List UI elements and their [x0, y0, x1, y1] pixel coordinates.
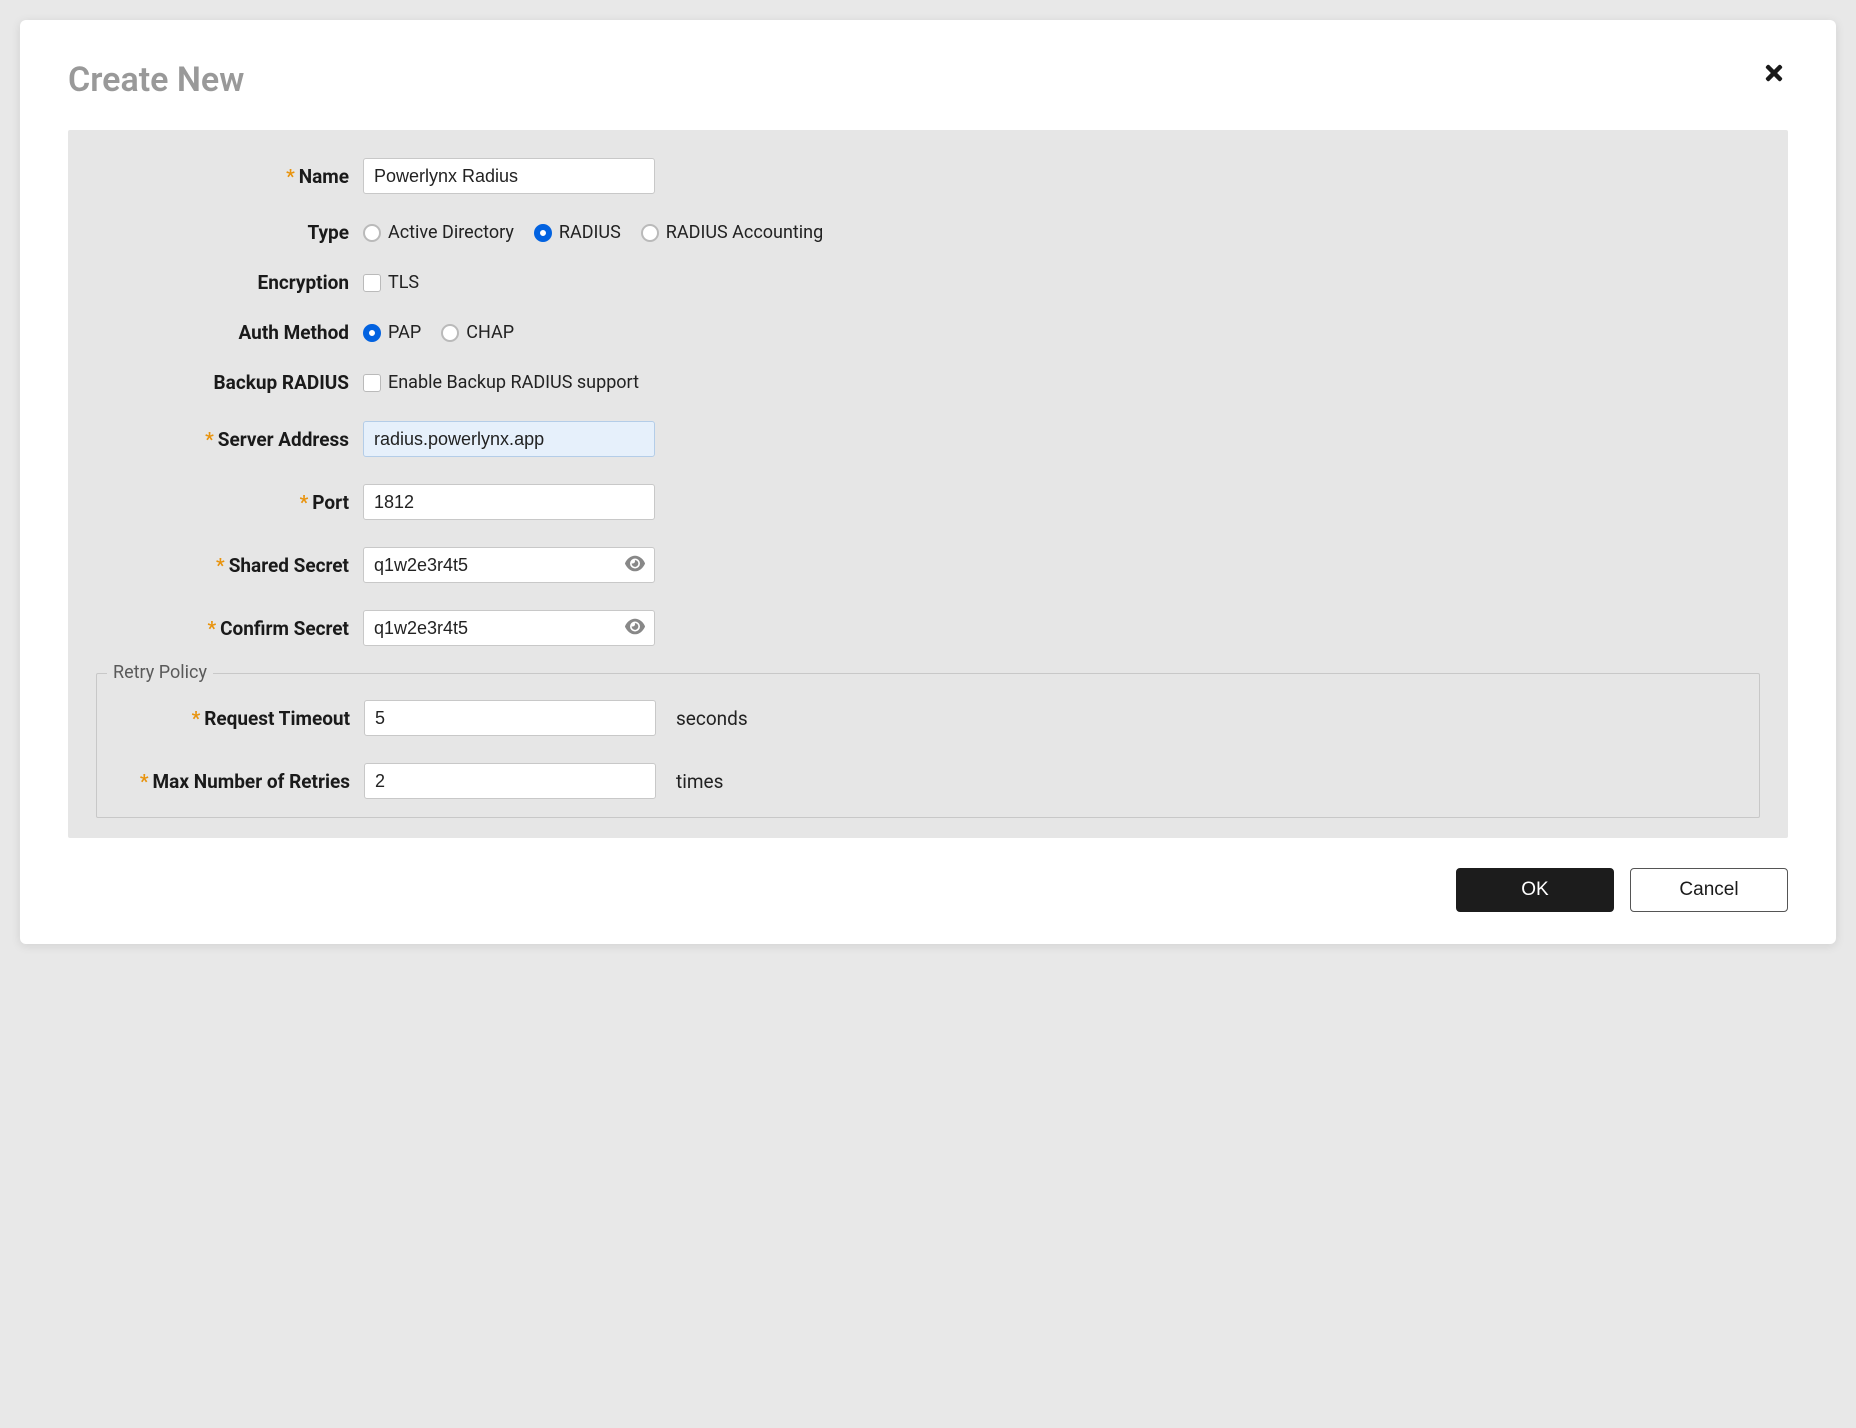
retry-policy-legend: Retry Policy	[107, 662, 213, 683]
row-confirm-secret: *Confirm Secret	[96, 610, 1760, 646]
required-star: *	[286, 165, 295, 188]
checkbox-icon	[363, 374, 381, 392]
row-request-timeout: *Request Timeout seconds	[111, 700, 1745, 736]
encryption-tls-checkbox[interactable]: TLS	[363, 272, 419, 293]
label-server-address: *Server Address	[96, 428, 363, 451]
row-auth-method: Auth Method PAP CHAP	[96, 321, 1760, 344]
required-star: *	[205, 428, 214, 451]
radio-icon	[363, 324, 381, 342]
auth-option-pap[interactable]: PAP	[363, 322, 421, 343]
required-star: *	[140, 770, 149, 793]
max-retries-input[interactable]	[364, 763, 656, 799]
row-shared-secret: *Shared Secret	[96, 547, 1760, 583]
modal-title: Create New	[68, 60, 244, 100]
label-shared-secret: *Shared Secret	[96, 554, 363, 577]
eye-icon	[625, 617, 645, 640]
radio-icon	[363, 224, 381, 242]
unit-times: times	[676, 770, 723, 793]
row-max-retries: *Max Number of Retries times	[111, 763, 1745, 799]
required-star: *	[192, 707, 201, 730]
radio-icon	[441, 324, 459, 342]
label-max-retries: *Max Number of Retries	[111, 770, 364, 793]
backup-radius-checkbox[interactable]: Enable Backup RADIUS support	[363, 372, 639, 393]
type-option-active-directory[interactable]: Active Directory	[363, 222, 514, 243]
radio-icon	[534, 224, 552, 242]
close-icon	[1762, 61, 1786, 88]
label-port: *Port	[96, 491, 363, 514]
required-star: *	[207, 617, 216, 640]
checkbox-label: Enable Backup RADIUS support	[388, 372, 639, 393]
toggle-shared-secret-visibility[interactable]	[623, 552, 647, 579]
toggle-confirm-secret-visibility[interactable]	[623, 615, 647, 642]
required-star: *	[300, 491, 309, 514]
confirm-secret-wrap	[363, 610, 655, 646]
row-name: *Name	[96, 158, 1760, 194]
auth-option-chap[interactable]: CHAP	[441, 322, 514, 343]
form-panel: *Name Type Active Directory RADIUS	[68, 130, 1788, 838]
auth-radio-group: PAP CHAP	[363, 322, 514, 343]
request-timeout-input[interactable]	[364, 700, 656, 736]
server-address-input[interactable]	[363, 421, 655, 457]
confirm-secret-input[interactable]	[363, 610, 655, 646]
shared-secret-wrap	[363, 547, 655, 583]
unit-seconds: seconds	[676, 707, 748, 730]
retry-policy-fieldset: Retry Policy *Request Timeout seconds *M…	[96, 673, 1760, 818]
eye-icon	[625, 554, 645, 577]
radio-icon	[641, 224, 659, 242]
radio-label: RADIUS	[559, 222, 621, 243]
ok-button[interactable]: OK	[1456, 868, 1614, 912]
required-star: *	[216, 554, 225, 577]
radio-label: CHAP	[466, 322, 514, 343]
close-button[interactable]	[1760, 60, 1788, 88]
row-port: *Port	[96, 484, 1760, 520]
radio-label: PAP	[388, 322, 421, 343]
type-radio-group: Active Directory RADIUS RADIUS Accountin…	[363, 222, 823, 243]
type-option-radius[interactable]: RADIUS	[534, 222, 621, 243]
create-new-modal: Create New *Name Type Active D	[20, 20, 1836, 944]
row-backup-radius: Backup RADIUS Enable Backup RADIUS suppo…	[96, 371, 1760, 394]
label-name: *Name	[96, 165, 363, 188]
shared-secret-input[interactable]	[363, 547, 655, 583]
label-backup-radius: Backup RADIUS	[96, 371, 363, 394]
radio-label: Active Directory	[388, 222, 514, 243]
label-encryption: Encryption	[96, 271, 363, 294]
radio-label: RADIUS Accounting	[666, 222, 823, 243]
cancel-button[interactable]: Cancel	[1630, 868, 1788, 912]
label-type: Type	[96, 221, 363, 244]
row-type: Type Active Directory RADIUS RADIUS Acco…	[96, 221, 1760, 244]
row-server-address: *Server Address	[96, 421, 1760, 457]
modal-footer: OK Cancel	[68, 868, 1788, 912]
row-encryption: Encryption TLS	[96, 271, 1760, 294]
label-confirm-secret: *Confirm Secret	[96, 617, 363, 640]
name-input[interactable]	[363, 158, 655, 194]
type-option-radius-accounting[interactable]: RADIUS Accounting	[641, 222, 823, 243]
label-request-timeout: *Request Timeout	[111, 707, 364, 730]
checkbox-icon	[363, 274, 381, 292]
port-input[interactable]	[363, 484, 655, 520]
label-auth-method: Auth Method	[96, 321, 363, 344]
checkbox-label: TLS	[388, 272, 419, 293]
modal-header: Create New	[68, 60, 1788, 100]
